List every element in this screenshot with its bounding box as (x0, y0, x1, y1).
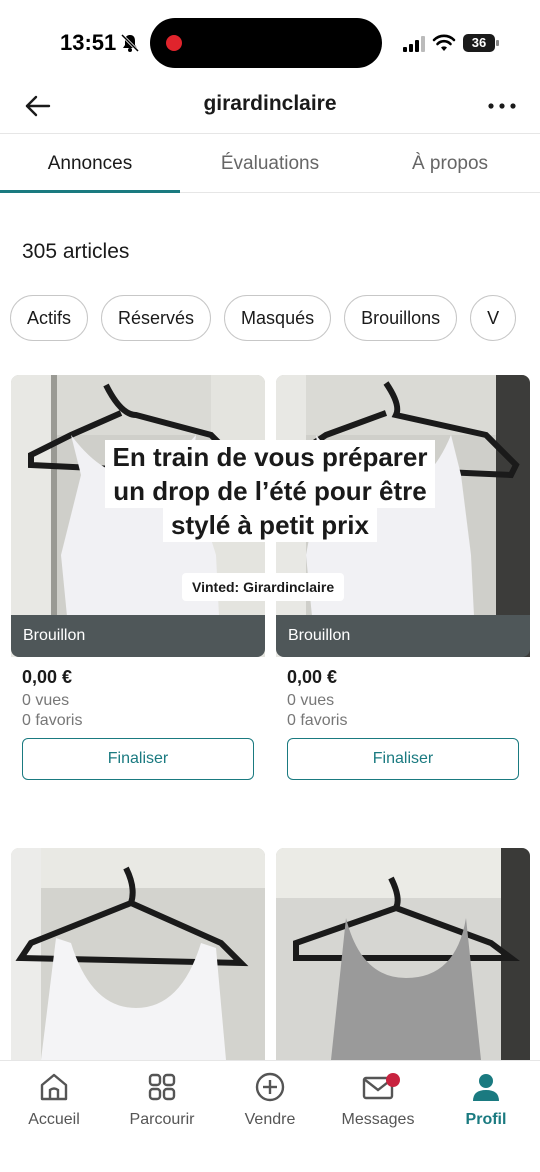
notification-dot (386, 1073, 400, 1087)
nav-sell-label: Vendre (244, 1111, 296, 1128)
promo-line-2: un drop de l’été pour être (105, 474, 435, 508)
top-app-bar: girardinclaire (0, 78, 540, 134)
items-count: 305 articles (22, 240, 130, 263)
grid-icon (148, 1073, 176, 1101)
dynamic-island (150, 18, 382, 68)
plus-circle-icon (255, 1072, 285, 1102)
nav-profile[interactable]: Profil (432, 1069, 540, 1129)
nav-browse-label: Parcourir (129, 1111, 195, 1128)
nav-sell[interactable]: Vendre (216, 1069, 324, 1129)
battery-level: 36 (463, 34, 495, 52)
finalize-button[interactable]: Finaliser (287, 738, 519, 780)
filter-chip-actifs[interactable]: Actifs (10, 295, 89, 341)
recording-indicator (166, 35, 182, 51)
status-time: 13:51 (60, 30, 117, 55)
filter-chip-masques[interactable]: Masqués (224, 295, 332, 341)
filter-chips: Actifs Réservés Masqués Brouillons V (10, 295, 540, 343)
promo-vinted-tag: Vinted: Girardinclaire (182, 573, 345, 601)
bell-muted-icon (120, 33, 140, 53)
wifi-icon (432, 34, 456, 51)
bottom-navigation: Accueil Parcourir Vendre Messages Profil (0, 1060, 540, 1172)
item-favorites: 0 favoris (22, 712, 83, 729)
more-horizontal-icon (488, 103, 516, 109)
tab-a-propos[interactable]: À propos (360, 135, 540, 193)
nav-profile-label: Profil (465, 1111, 507, 1128)
status-bar: 13:51 36 (0, 0, 540, 86)
nav-home-label: Accueil (28, 1111, 80, 1128)
home-icon (40, 1073, 68, 1101)
battery-icon: 36 (463, 34, 499, 52)
draft-status-badge: Brouillon (11, 615, 265, 657)
nav-messages[interactable]: Messages (324, 1069, 432, 1129)
tab-annonces[interactable]: Annonces (0, 135, 180, 193)
signal-icon (403, 36, 425, 52)
finalize-button[interactable]: Finaliser (22, 738, 254, 780)
item-photo (11, 848, 265, 1060)
item-card[interactable] (11, 848, 265, 1060)
item-favorites: 0 favoris (287, 712, 348, 729)
more-options-button[interactable] (486, 90, 518, 122)
draft-status-badge: Brouillon (276, 615, 530, 657)
promo-line-3: stylé à petit prix (163, 508, 377, 542)
nav-home[interactable]: Accueil (0, 1069, 108, 1129)
profile-tabs: Annonces Évaluations À propos (0, 135, 540, 193)
page-title: girardinclaire (203, 92, 337, 115)
filter-chip-reserves[interactable]: Réservés (101, 295, 212, 341)
tank-top-photo (276, 848, 530, 1060)
item-price: 0,00 € (287, 667, 338, 687)
profile-icon (473, 1074, 499, 1101)
active-tab-indicator (0, 190, 180, 193)
item-views: 0 vues (287, 692, 335, 709)
item-photo (276, 848, 530, 1060)
tank-top-photo (11, 848, 265, 1060)
item-card[interactable] (276, 848, 530, 1060)
item-price: 0,00 € (22, 667, 73, 687)
tab-evaluations[interactable]: Évaluations (180, 135, 360, 193)
promo-line-1: En train de vous préparer (104, 440, 436, 474)
nav-browse[interactable]: Parcourir (108, 1069, 216, 1129)
item-views: 0 vues (22, 692, 70, 709)
nav-messages-label: Messages (341, 1111, 415, 1128)
filter-chip-brouillons[interactable]: Brouillons (344, 295, 458, 341)
filter-chip-more[interactable]: V (470, 295, 517, 341)
promo-overlay-text: En train de vous préparer un drop de l’é… (100, 440, 440, 542)
